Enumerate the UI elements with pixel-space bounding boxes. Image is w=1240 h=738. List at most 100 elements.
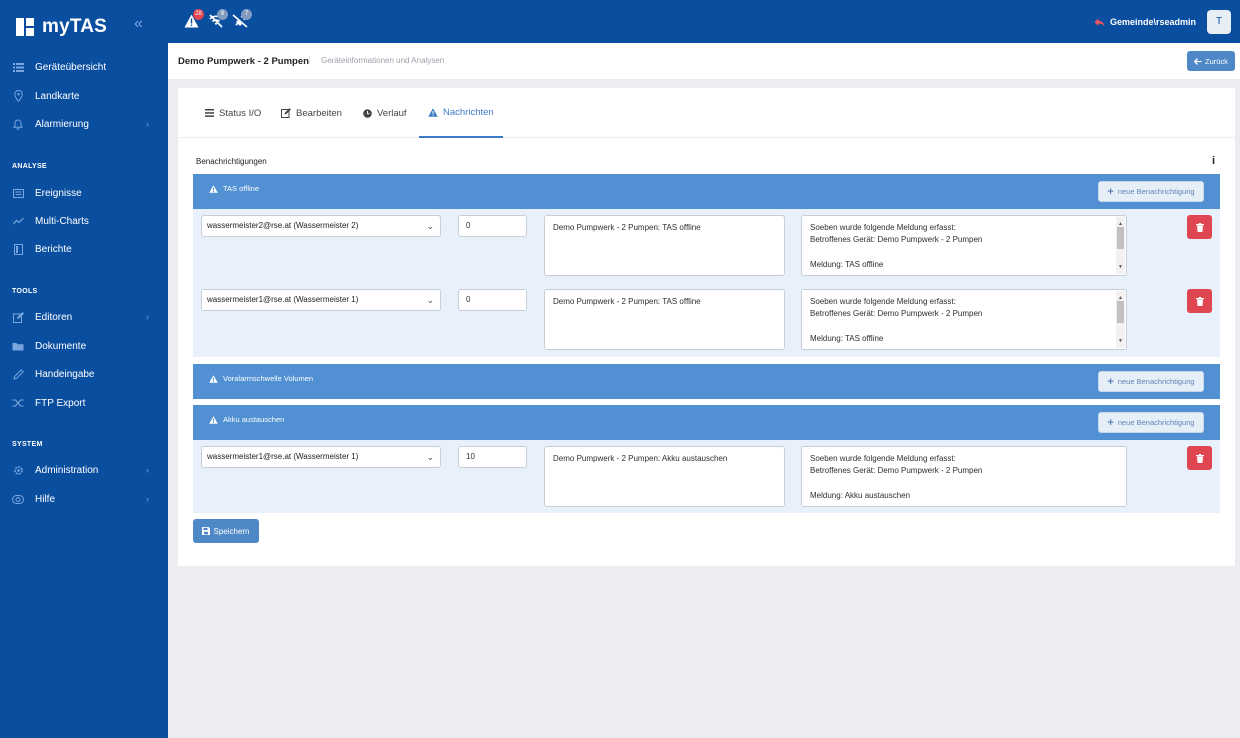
sidebar-item-label: Berichte <box>35 243 72 255</box>
subject-textarea[interactable]: Demo Pumpwerk - 2 Pumpen: Akku austausch… <box>544 446 785 507</box>
tab-nachrichten[interactable]: Nachrichten <box>419 88 503 138</box>
tab-label: Bearbeiten <box>296 107 342 119</box>
arrow-left-icon <box>1194 57 1202 65</box>
sidebar-item-hilfe[interactable]: Hilfe › <box>0 488 168 510</box>
delay-input[interactable]: 10 <box>458 446 527 468</box>
alert-warning[interactable]: 28 <box>184 9 204 33</box>
message-textarea[interactable]: Soeben wurde folgende Meldung erfasst: B… <box>801 289 1127 350</box>
sidebar-item-label: Dokumente <box>35 340 87 352</box>
new-notification-label: neue Benachrichtigung <box>1117 187 1195 196</box>
alert-plug-off[interactable]: 7 <box>232 9 252 33</box>
events-icon <box>12 187 24 199</box>
chevron-down-icon: ⌄ <box>426 221 434 231</box>
delay-input[interactable]: 0 <box>458 289 527 311</box>
trash-icon <box>1195 222 1204 232</box>
subject-textarea[interactable]: Demo Pumpwerk - 2 Pumpen: TAS offline <box>544 215 785 276</box>
chart-icon <box>12 215 24 227</box>
delete-button[interactable] <box>1187 215 1212 239</box>
alert-count-badge: 8 <box>217 9 228 20</box>
shuffle-icon <box>12 397 24 409</box>
sidebar-item-geraeteuebersicht[interactable]: Geräteübersicht <box>0 56 168 78</box>
trash-icon <box>1195 453 1204 463</box>
trash-icon <box>1195 296 1204 306</box>
content-card: Status I/O Bearbeiten Verlauf Nachrichte… <box>178 88 1235 566</box>
message-textarea[interactable]: Soeben wurde folgende Meldung erfasst: B… <box>801 446 1127 507</box>
sidebar-item-label: Ereignisse <box>35 187 82 199</box>
folder-icon <box>12 340 24 352</box>
brand[interactable]: myTAS <box>16 16 107 38</box>
sidebar-item-ereignisse[interactable]: Ereignisse <box>0 182 168 204</box>
sidebar-item-berichte[interactable]: Berichte <box>0 238 168 260</box>
recipient-select[interactable]: wassermeister2@rse.at (Wassermeister 2) ⌄ <box>201 215 441 237</box>
sidebar-item-alarmierung[interactable]: Alarmierung › <box>0 113 168 135</box>
new-notification-button[interactable]: + neue Benachrichtigung <box>1098 412 1204 433</box>
back-button-label: Zurück <box>1205 56 1228 66</box>
sidebar-item-label: Geräteübersicht <box>35 61 107 73</box>
section-title-system: SYSTEM <box>12 441 43 448</box>
chevron-right-icon: › <box>146 119 149 129</box>
recipient-value: wassermeister1@rse.at (Wassermeister 1) <box>207 295 359 304</box>
alert-signal-off[interactable]: 8 <box>208 9 228 33</box>
group-name: Voralarmschwelle Volumen <box>223 374 314 383</box>
tab-verlauf[interactable]: Verlauf <box>363 88 407 138</box>
message-text: Soeben wurde folgende Meldung erfasst: B… <box>810 223 983 269</box>
sidebar-item-multi-charts[interactable]: Multi-Charts <box>0 210 168 232</box>
gear-icon <box>12 464 24 476</box>
chevron-right-icon: › <box>146 312 149 322</box>
topbar: 28 8 7 Gemeinde\rseadmin T <box>168 0 1240 43</box>
save-button[interactable]: Speichern <box>193 519 259 543</box>
alert-count-badge: 28 <box>193 9 204 20</box>
sidebar-item-label: Alarmierung <box>35 118 89 130</box>
collapse-sidebar-icon[interactable]: « <box>134 15 143 33</box>
map-pin-icon <box>12 90 24 102</box>
logo-icon <box>16 18 34 36</box>
floppy-icon <box>202 527 211 535</box>
recipient-select[interactable]: wassermeister1@rse.at (Wassermeister 1) ⌄ <box>201 446 441 468</box>
message-text: Soeben wurde folgende Meldung erfasst: B… <box>810 297 983 343</box>
sidebar-item-label: Handeingabe <box>35 368 95 380</box>
sidebar-item-dokumente[interactable]: Dokumente <box>0 335 168 357</box>
save-button-label: Speichern <box>213 526 250 536</box>
edit-icon <box>281 108 291 118</box>
sidebar-item-label: Hilfe <box>35 493 56 505</box>
tab-bar: Status I/O Bearbeiten Verlauf Nachrichte… <box>178 88 1235 138</box>
new-notification-label: neue Benachrichtigung <box>1117 418 1195 427</box>
delete-button[interactable] <box>1187 289 1212 313</box>
warning-icon <box>209 374 218 383</box>
page-title: Demo Pumpwerk - 2 Pumpen <box>178 56 309 67</box>
group-body-tas-offline: wassermeister2@rse.at (Wassermeister 2) ⌄… <box>193 209 1220 357</box>
message-textarea[interactable]: Soeben wurde folgende Meldung erfasst: B… <box>801 215 1127 276</box>
delete-button[interactable] <box>1187 446 1212 470</box>
new-notification-button[interactable]: + neue Benachrichtigung <box>1098 181 1204 202</box>
username: Gemeinde\rseadmin <box>1109 17 1196 27</box>
sidebar-item-editoren[interactable]: Editoren › <box>0 306 168 328</box>
sidebar-item-label: Administration <box>35 464 99 476</box>
page-header: Demo Pumpwerk - 2 Pumpen Geräteinformati… <box>168 43 1240 79</box>
scrollbar[interactable]: ▲ ▼ <box>1116 291 1125 348</box>
notification-row: wassermeister2@rse.at (Wassermeister 2) ⌄… <box>193 209 1220 276</box>
user-menu[interactable]: Gemeinde\rseadmin <box>1094 17 1196 27</box>
back-button[interactable]: Zurück <box>1187 51 1235 71</box>
group-header-voralarmschwelle: Voralarmschwelle Volumen + neue Benachri… <box>193 364 1220 399</box>
group-title: Voralarmschwelle Volumen <box>209 374 313 383</box>
sidebar-item-ftp-export[interactable]: FTP Export <box>0 392 168 414</box>
subject-textarea[interactable]: Demo Pumpwerk - 2 Pumpen: TAS offline <box>544 289 785 350</box>
scrollbar[interactable]: ▲ ▼ <box>1116 217 1125 274</box>
tab-bearbeiten[interactable]: Bearbeiten <box>281 88 342 138</box>
sidebar-item-handeingabe[interactable]: Handeingabe <box>0 363 168 385</box>
new-notification-button[interactable]: + neue Benachrichtigung <box>1098 371 1204 392</box>
alert-count-badge: 7 <box>241 9 252 20</box>
sidebar-item-label: Editoren <box>35 311 73 323</box>
info-icon[interactable]: i <box>1212 155 1215 167</box>
sidebar: myTAS « Geräteübersicht Landkarte Alarmi… <box>0 0 168 738</box>
sidebar-item-administration[interactable]: Administration › <box>0 459 168 481</box>
group-title: Akku austauschen <box>209 415 284 424</box>
recipient-select[interactable]: wassermeister1@rse.at (Wassermeister 1) ⌄ <box>201 289 441 311</box>
tab-status-io[interactable]: Status I/O <box>205 88 261 138</box>
pencil-icon <box>12 368 24 380</box>
tab-label: Verlauf <box>377 107 407 119</box>
sidebar-item-landkarte[interactable]: Landkarte <box>0 85 168 107</box>
chevron-right-icon: › <box>146 465 149 475</box>
avatar[interactable]: T <box>1207 10 1231 34</box>
delay-input[interactable]: 0 <box>458 215 527 237</box>
